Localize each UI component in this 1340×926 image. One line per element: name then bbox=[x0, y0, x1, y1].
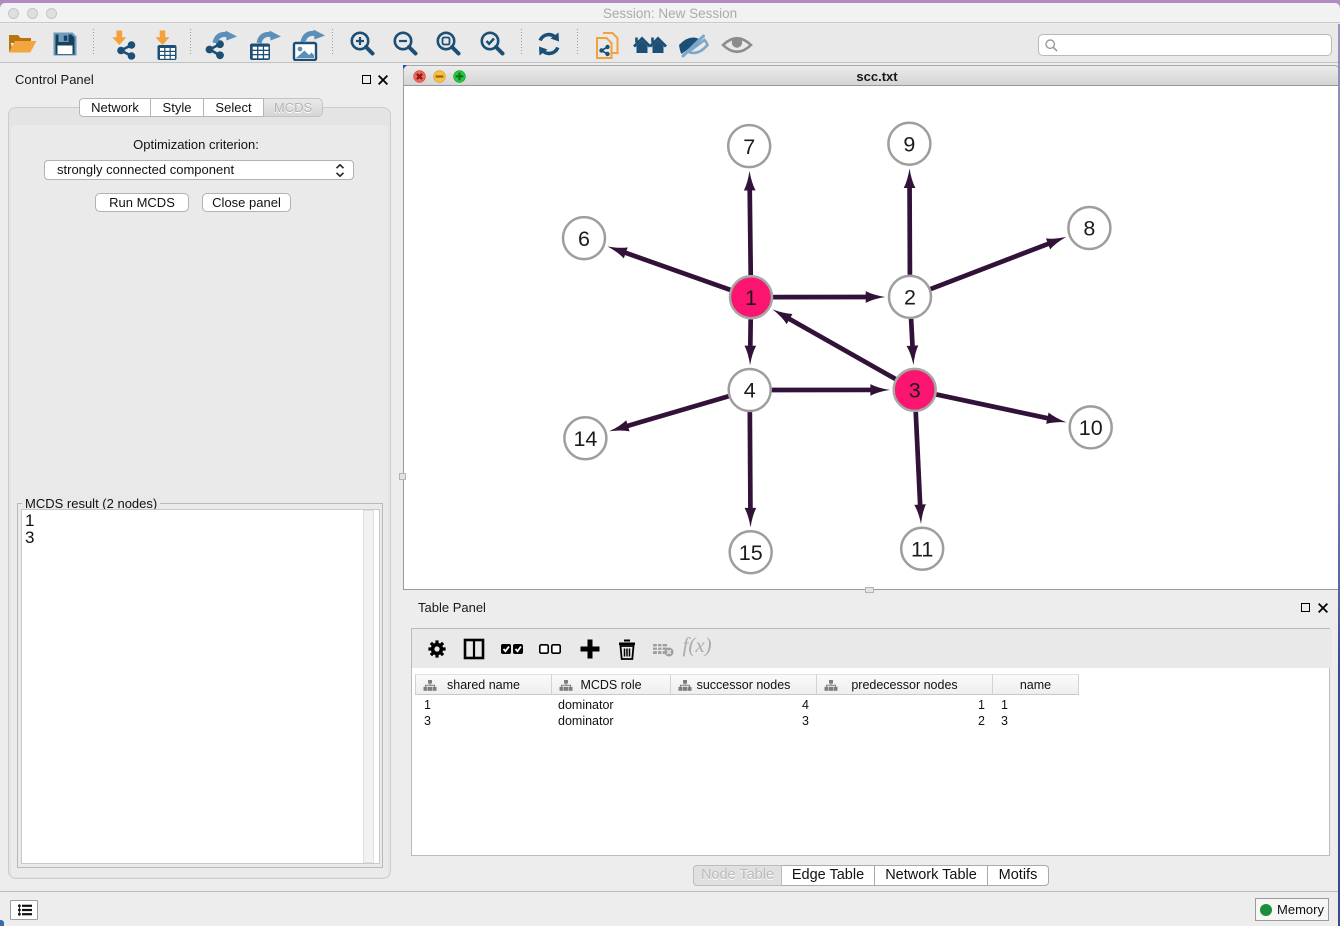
svg-text:4: 4 bbox=[744, 379, 756, 403]
svg-text:6: 6 bbox=[578, 227, 590, 251]
svg-text:9: 9 bbox=[903, 132, 915, 156]
svg-text:14: 14 bbox=[573, 427, 597, 451]
svg-text:3: 3 bbox=[909, 379, 921, 403]
svg-text:10: 10 bbox=[1079, 416, 1103, 440]
svg-text:8: 8 bbox=[1083, 217, 1095, 241]
svg-text:7: 7 bbox=[743, 135, 755, 159]
svg-text:15: 15 bbox=[739, 541, 763, 565]
svg-text:1: 1 bbox=[745, 286, 757, 310]
svg-text:11: 11 bbox=[911, 538, 933, 562]
svg-text:2: 2 bbox=[904, 286, 916, 310]
